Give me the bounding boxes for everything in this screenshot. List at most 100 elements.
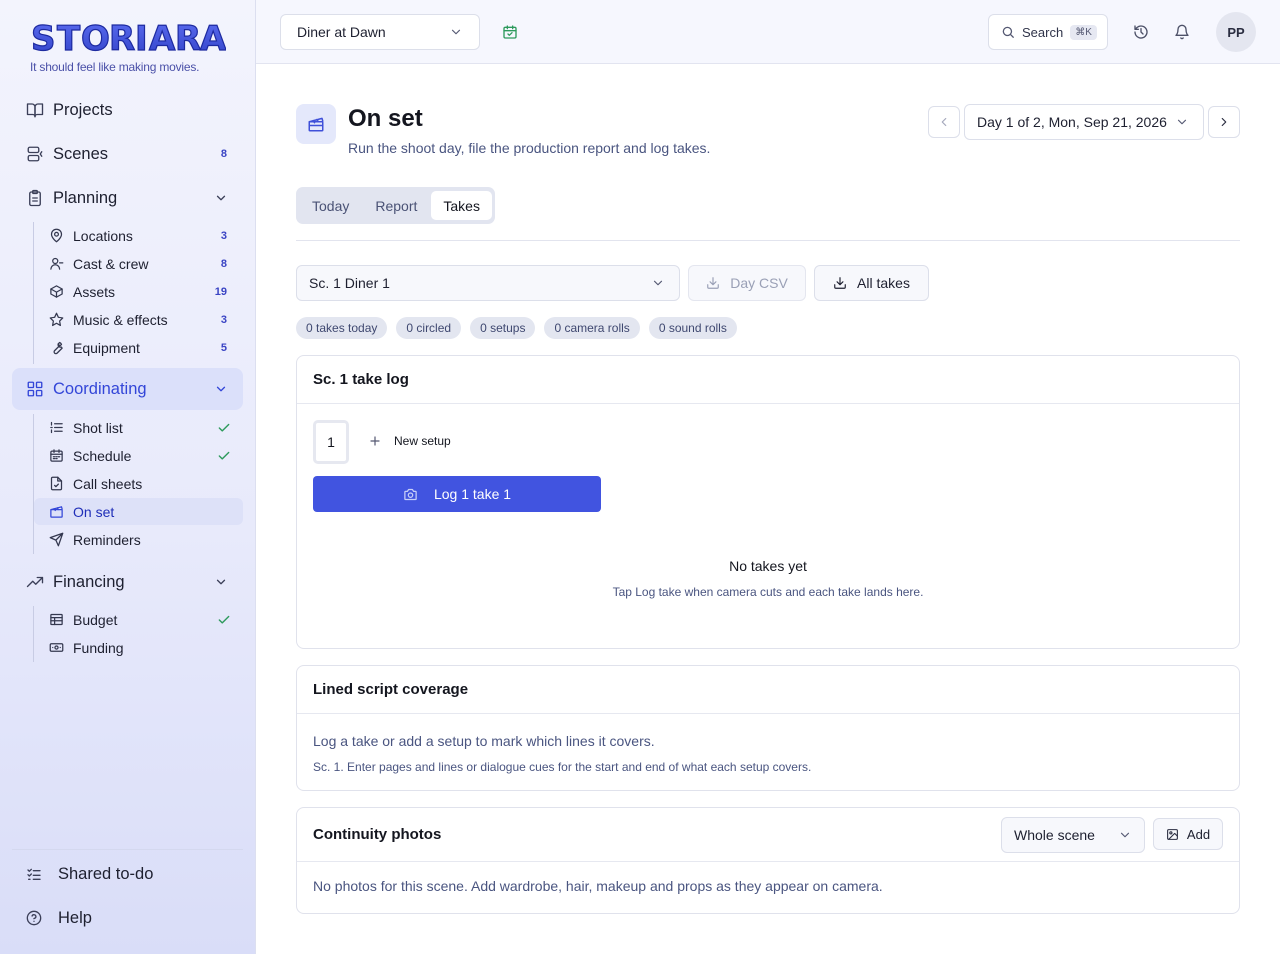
shoot-day-value: Day 1 of 2, Mon, Sep 21, 2026: [977, 114, 1167, 130]
sidebar-item-music-effects[interactable]: Music & effects 3: [34, 306, 243, 333]
sidebar-item-budget[interactable]: Budget: [34, 606, 243, 633]
sidebar-item-label: Call sheets: [73, 475, 143, 492]
scenes-count-badge: 8: [220, 148, 227, 160]
continuity-photos-title: Continuity photos: [313, 826, 442, 843]
bell-icon[interactable]: [1174, 24, 1190, 40]
list-icon: [49, 420, 64, 435]
nav-shared-todo[interactable]: Shared to-do: [12, 852, 243, 896]
tab-takes[interactable]: Takes: [431, 191, 492, 220]
sidebar-item-label: Equipment: [73, 339, 140, 356]
download-icon: [706, 276, 720, 290]
search-button[interactable]: Search ⌘K: [988, 14, 1108, 50]
sound-rolls-chip: 0 sound rolls: [648, 317, 737, 339]
search-label: Search: [1022, 24, 1064, 40]
sidebar-item-schedule[interactable]: Schedule: [34, 442, 243, 469]
chevron-down-icon[interactable]: [214, 575, 228, 589]
count-badge: 19: [214, 285, 227, 298]
coverage-hint: Log a take or add a setup to mark which …: [313, 733, 655, 749]
svg-text:R: R: [175, 19, 201, 56]
chevron-down-icon[interactable]: [214, 191, 228, 205]
chevron-down-icon: [651, 276, 665, 290]
nav-scenes[interactable]: Scenes 8: [12, 132, 243, 176]
photo-scope-select[interactable]: Whole scene: [1001, 817, 1145, 853]
calendar-check-icon[interactable]: [502, 24, 518, 40]
chevron-down-icon[interactable]: [214, 382, 228, 396]
storiara-logo[interactable]: STOR IARA: [30, 16, 226, 56]
check-icon: [217, 613, 231, 627]
sidebar-item-label: Music & effects: [73, 311, 168, 328]
sidebar-item-equipment[interactable]: Equipment 5: [34, 334, 243, 361]
sidebar-item-assets[interactable]: Assets 19: [34, 278, 243, 305]
calendar-icon: [49, 448, 64, 463]
plus-icon: [369, 435, 381, 447]
table-icon: [49, 612, 64, 627]
sidebar-divider: [12, 849, 243, 850]
new-setup-label: New setup: [394, 434, 451, 448]
sidebar-item-reminders[interactable]: Reminders: [34, 526, 243, 553]
download-icon: [833, 276, 847, 290]
nav-projects[interactable]: Projects: [12, 88, 243, 132]
camera-rolls-chip: 0 camera rolls: [544, 317, 640, 339]
empty-state-title: No takes yet: [729, 558, 807, 574]
add-photo-button[interactable]: Add: [1153, 818, 1223, 850]
sidebar-item-on-set[interactable]: On set: [34, 498, 243, 525]
star-icon: [49, 312, 64, 327]
day-csv-button[interactable]: Day CSV: [688, 265, 806, 301]
nav-coordinating[interactable]: Coordinating: [12, 368, 243, 410]
all-takes-button[interactable]: All takes: [814, 265, 929, 301]
scene-select[interactable]: Sc. 1 Diner 1: [296, 265, 680, 301]
project-select-value: Diner at Dawn: [297, 24, 386, 40]
tab-today[interactable]: Today: [300, 191, 361, 220]
page-subtitle: Run the shoot day, file the production r…: [348, 140, 711, 156]
count-badge: 3: [220, 229, 227, 242]
sidebar-item-label: On set: [73, 503, 115, 520]
coverage-instructions: Sc. 1. Enter pages and lines or dialogue…: [313, 760, 812, 774]
count-badge: 3: [220, 313, 227, 326]
sidebar-item-cast-crew[interactable]: Cast & crew 8: [34, 250, 243, 277]
chevron-down-icon: [1118, 828, 1132, 842]
nav-scenes-label: Scenes: [53, 144, 109, 163]
nav-projects-label: Projects: [53, 100, 113, 119]
shoot-day-select[interactable]: Day 1 of 2, Mon, Sep 21, 2026: [964, 104, 1204, 140]
project-select[interactable]: Diner at Dawn: [280, 14, 480, 50]
sidebar-item-label: Funding: [73, 639, 124, 656]
check-icon: [217, 421, 231, 435]
next-day-button[interactable]: [1208, 106, 1240, 138]
clipboard-icon: [26, 189, 44, 207]
avatar[interactable]: PP: [1216, 12, 1256, 52]
svg-text:I: I: [135, 19, 148, 56]
sidebar-item-shot-list[interactable]: Shot list: [34, 414, 243, 441]
banknote-icon: [49, 640, 64, 655]
svg-text:R: R: [109, 19, 135, 56]
sidebar-item-funding[interactable]: Funding: [34, 634, 243, 661]
setup-number-tab[interactable]: 1: [313, 420, 349, 464]
log-take-button[interactable]: Log 1 take 1: [313, 476, 601, 512]
send-icon: [49, 532, 64, 547]
history-icon[interactable]: [1133, 24, 1149, 40]
svg-text:A: A: [149, 19, 176, 56]
continuity-photos-header: Continuity photos Whole scene Add: [297, 808, 1239, 862]
sidebar-item-label: Cast & crew: [73, 255, 149, 272]
nav-help[interactable]: Help: [12, 896, 243, 940]
chevron-right-icon: [1217, 115, 1231, 129]
previous-day-button[interactable]: [928, 106, 960, 138]
day-csv-label: Day CSV: [730, 275, 788, 291]
all-takes-label: All takes: [857, 275, 910, 291]
sidebar-item-call-sheets[interactable]: Call sheets: [34, 470, 243, 497]
nav-planning[interactable]: Planning: [12, 176, 243, 220]
svg-text:A: A: [200, 19, 226, 56]
new-setup-button[interactable]: New setup: [369, 434, 451, 448]
nav-financing[interactable]: Financing: [12, 560, 243, 604]
sidebar-item-locations[interactable]: Locations 3: [34, 222, 243, 249]
search-shortcut: ⌘K: [1070, 24, 1097, 40]
photo-scope-value: Whole scene: [1014, 827, 1095, 843]
wrench-icon: [49, 340, 64, 355]
tab-report[interactable]: Report: [363, 191, 429, 220]
chevron-down-icon: [1175, 115, 1189, 129]
grid-icon: [26, 380, 44, 398]
continuity-photos-card: Continuity photos Whole scene Add No pho…: [296, 807, 1240, 914]
takes-today-chip: 0 takes today: [296, 317, 388, 339]
tagline: It should feel like making movies.: [30, 60, 200, 74]
sidebar-item-label: Reminders: [73, 531, 141, 548]
check-icon: [217, 449, 231, 463]
